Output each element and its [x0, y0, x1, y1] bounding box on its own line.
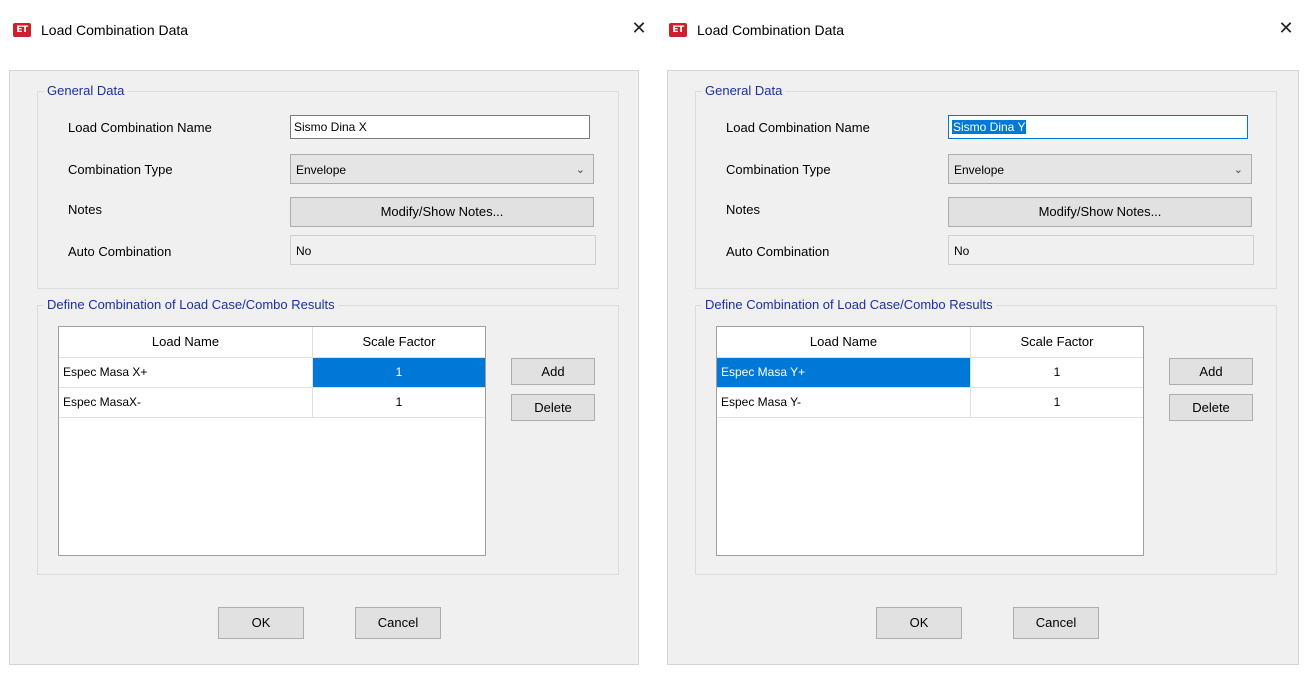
- auto-combination-field: No: [948, 235, 1254, 265]
- combination-type-label: Combination Type: [68, 162, 173, 177]
- load-name-column-header[interactable]: Load Name: [717, 327, 971, 357]
- scale-factor-cell[interactable]: 1: [313, 358, 485, 387]
- load-combination-name-input[interactable]: Sismo Dina Y: [948, 115, 1248, 139]
- modify-show-notes-button[interactable]: Modify/Show Notes...: [290, 197, 594, 227]
- dialog-title: Load Combination Data: [41, 22, 189, 38]
- scale-factor-cell[interactable]: 1: [971, 358, 1143, 387]
- auto-combination-field: No: [290, 235, 596, 265]
- delete-button[interactable]: Delete: [1169, 394, 1253, 421]
- cancel-button[interactable]: Cancel: [355, 607, 441, 639]
- ok-button[interactable]: OK: [876, 607, 962, 639]
- load-combination-name-input[interactable]: Sismo Dina X: [290, 115, 590, 139]
- load-name-cell[interactable]: Espec Masa Y+: [717, 358, 971, 387]
- title-bar: ET Load Combination Data ✕: [656, 0, 1312, 60]
- scale-factor-cell[interactable]: 1: [971, 388, 1143, 417]
- load-combination-dialog-y: ET Load Combination Data ✕ General Data …: [656, 0, 1312, 679]
- auto-combination-label: Auto Combination: [726, 244, 830, 259]
- table-row[interactable]: Espec Masa X+ 1: [59, 358, 485, 388]
- load-case-grid: Load Name Scale Factor Espec Masa X+ 1 E…: [58, 326, 486, 556]
- chevron-down-icon: ⌄: [1233, 163, 1243, 176]
- load-case-grid: Load Name Scale Factor Espec Masa Y+ 1 E…: [716, 326, 1144, 556]
- dialog-title: Load Combination Data: [697, 22, 845, 38]
- define-combination-title: Define Combination of Load Case/Combo Re…: [702, 297, 996, 312]
- close-icon[interactable]: ✕: [624, 14, 654, 44]
- dialog-body: General Data Load Combination Name Sismo…: [667, 70, 1299, 665]
- load-name-cell[interactable]: Espec Masa X+: [59, 358, 313, 387]
- add-button[interactable]: Add: [1169, 358, 1253, 385]
- table-row[interactable]: Espec MasaX- 1: [59, 388, 485, 418]
- load-combination-name-label: Load Combination Name: [68, 120, 212, 135]
- combination-type-label: Combination Type: [726, 162, 831, 177]
- table-row[interactable]: Espec Masa Y+ 1: [717, 358, 1143, 388]
- ok-button[interactable]: OK: [218, 607, 304, 639]
- notes-label: Notes: [726, 202, 760, 217]
- combination-type-select[interactable]: Envelope ⌄: [948, 154, 1252, 184]
- notes-label: Notes: [68, 202, 102, 217]
- add-button[interactable]: Add: [511, 358, 595, 385]
- load-name-column-header[interactable]: Load Name: [59, 327, 313, 357]
- grid-header: Load Name Scale Factor: [59, 327, 485, 358]
- close-icon[interactable]: ✕: [1271, 14, 1301, 44]
- etabs-app-icon: ET: [13, 23, 31, 37]
- table-row[interactable]: Espec Masa Y- 1: [717, 388, 1143, 418]
- general-data-title: General Data: [44, 83, 128, 98]
- title-bar: ET Load Combination Data ✕: [0, 0, 656, 60]
- define-combination-group: Define Combination of Load Case/Combo Re…: [37, 297, 619, 575]
- delete-button[interactable]: Delete: [511, 394, 595, 421]
- define-combination-group: Define Combination of Load Case/Combo Re…: [695, 297, 1277, 575]
- general-data-title: General Data: [702, 83, 786, 98]
- load-combination-name-label: Load Combination Name: [726, 120, 870, 135]
- cancel-button[interactable]: Cancel: [1013, 607, 1099, 639]
- general-data-group: General Data Load Combination Name Sismo…: [37, 83, 619, 289]
- scale-factor-column-header[interactable]: Scale Factor: [971, 327, 1143, 357]
- load-combination-name-value: Sismo Dina Y: [952, 120, 1027, 134]
- scale-factor-column-header[interactable]: Scale Factor: [313, 327, 485, 357]
- load-name-cell[interactable]: Espec MasaX-: [59, 388, 313, 417]
- load-name-cell[interactable]: Espec Masa Y-: [717, 388, 971, 417]
- scale-factor-cell[interactable]: 1: [313, 388, 485, 417]
- chevron-down-icon: ⌄: [575, 163, 585, 176]
- combination-type-value: Envelope: [954, 163, 1005, 177]
- combination-type-select[interactable]: Envelope ⌄: [290, 154, 594, 184]
- combination-type-value: Envelope: [296, 163, 347, 177]
- grid-header: Load Name Scale Factor: [717, 327, 1143, 358]
- auto-combination-label: Auto Combination: [68, 244, 172, 259]
- define-combination-title: Define Combination of Load Case/Combo Re…: [44, 297, 338, 312]
- load-combination-name-value: Sismo Dina X: [294, 120, 367, 134]
- etabs-app-icon: ET: [669, 23, 687, 37]
- dialog-body: General Data Load Combination Name Sismo…: [9, 70, 639, 665]
- modify-show-notes-button[interactable]: Modify/Show Notes...: [948, 197, 1252, 227]
- general-data-group: General Data Load Combination Name Sismo…: [695, 83, 1277, 289]
- load-combination-dialog-x: ET Load Combination Data ✕ General Data …: [0, 0, 656, 679]
